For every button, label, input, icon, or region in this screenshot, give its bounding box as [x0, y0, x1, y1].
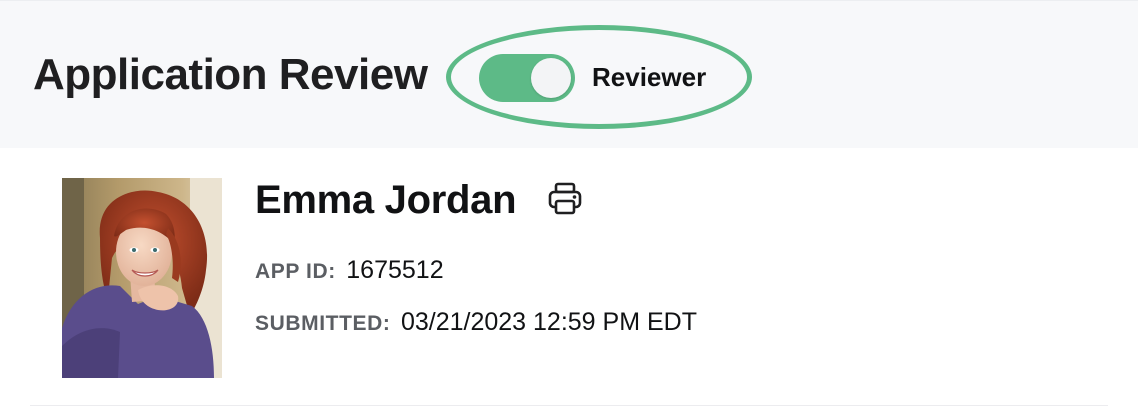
reviewer-toggle-label: Reviewer	[592, 62, 707, 92]
applicant-avatar	[62, 178, 222, 378]
app-id-row: APP ID: 1675512	[255, 255, 444, 289]
submitted-value: 03/21/2023 12:59 PM EDT	[400, 308, 697, 336]
page-title: Application Review	[33, 50, 428, 99]
reviewer-toggle[interactable]	[479, 54, 575, 102]
toggle-knob	[531, 58, 571, 98]
submitted-label: SUBMITTED:	[255, 312, 391, 335]
app-id-value: 1675512	[346, 256, 444, 284]
submitted-row: SUBMITTED: 03/21/2023 12:59 PM EDT	[255, 307, 697, 341]
app-id-label: APP ID:	[255, 260, 336, 283]
page-header: Application Review Reviewer	[0, 0, 1138, 148]
applicant-name: Emma Jordan	[255, 178, 517, 222]
divider	[30, 405, 1108, 406]
printer-icon[interactable]	[547, 181, 583, 217]
application-review-page: Application Review Reviewer Emma Jordan …	[0, 0, 1138, 408]
